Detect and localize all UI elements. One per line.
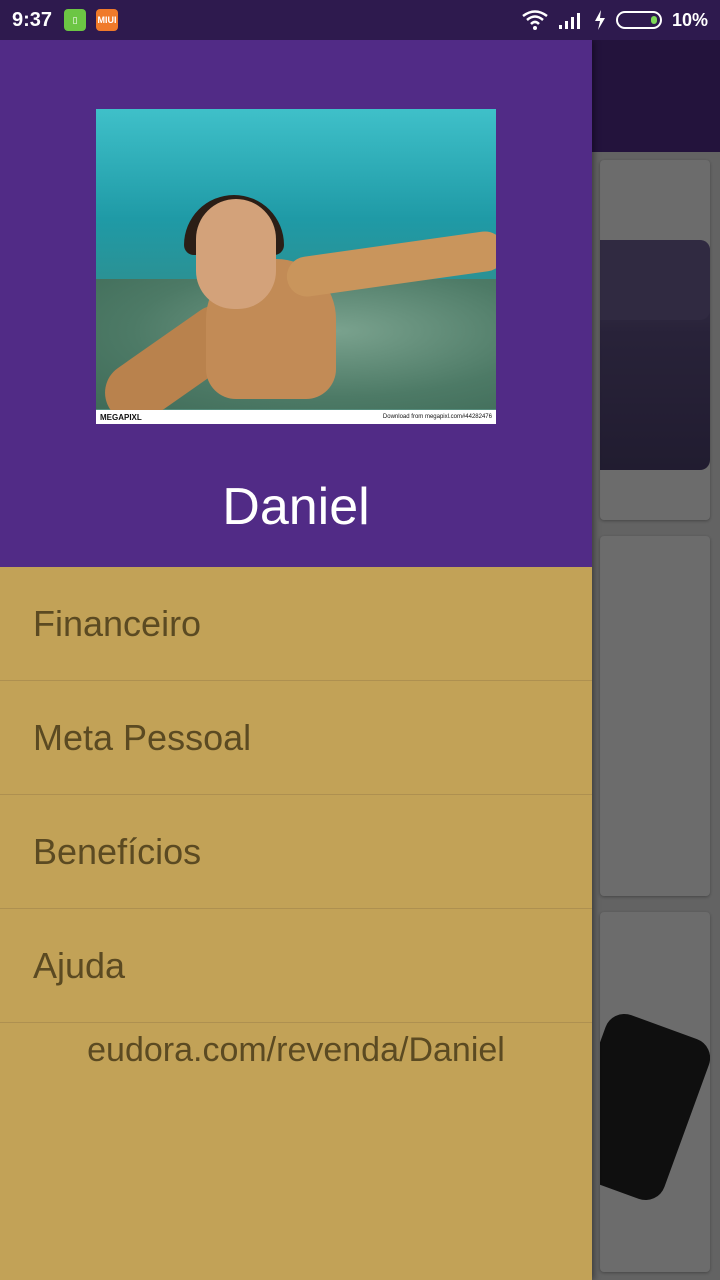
wifi-icon	[522, 10, 548, 30]
app-screen: 9:37 ▯ MIUI 10% MEGAPIXL Download from m…	[0, 0, 720, 1280]
store-link[interactable]: eudora.com/revenda/Daniel	[0, 1023, 592, 1070]
navigation-drawer: MEGAPIXL Download from megapixl.com#4428…	[0, 40, 592, 1280]
signal-icon	[558, 13, 580, 29]
photo-watermark: MEGAPIXL Download from megapixl.com#4428…	[96, 410, 496, 424]
watermark-text: Download from megapixl.com#44282476	[382, 414, 492, 420]
battery-icon	[615, 11, 662, 29]
battery-saver-icon: ▯	[64, 9, 87, 31]
status-bar: 9:37 ▯ MIUI 10%	[0, 0, 720, 40]
battery-percent: 10%	[671, 9, 708, 30]
drawer-header: MEGAPIXL Download from megapixl.com#4428…	[0, 40, 592, 567]
user-name: Daniel	[222, 478, 370, 536]
menu-item-beneficios[interactable]: Benefícios	[0, 795, 592, 909]
charging-icon	[594, 10, 605, 30]
status-time: 9:37	[12, 8, 53, 31]
watermark-logo: MEGAPIXL	[100, 412, 142, 422]
menu-item-financeiro[interactable]: Financeiro	[0, 567, 592, 681]
miui-icon: MIUI	[96, 9, 119, 31]
menu-item-meta-pessoal[interactable]: Meta Pessoal	[0, 681, 592, 795]
status-icons: 10%	[522, 10, 708, 31]
menu-item-ajuda[interactable]: Ajuda	[0, 909, 592, 1023]
profile-photo[interactable]: MEGAPIXL Download from megapixl.com#4428…	[96, 109, 496, 424]
